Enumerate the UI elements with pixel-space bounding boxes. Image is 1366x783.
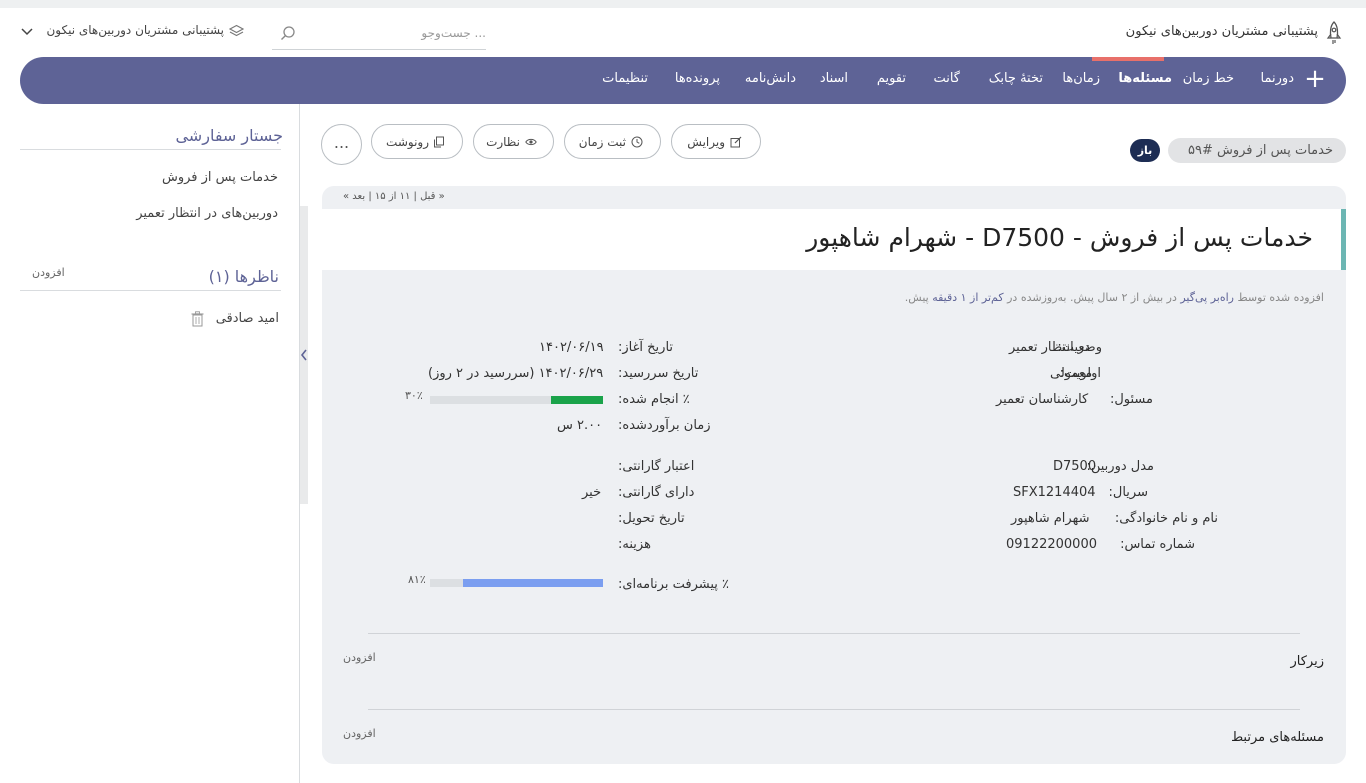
- watch-button[interactable]: نظارت: [473, 124, 554, 159]
- nav-item-settings[interactable]: تنظیمات: [602, 71, 648, 86]
- nav-active-indicator: [1092, 57, 1164, 61]
- nav-item-calendar[interactable]: تقویم: [877, 71, 906, 86]
- watchers-title: ناظرها (۱): [208, 267, 279, 286]
- log-time-button[interactable]: ثبت زمان: [564, 124, 661, 159]
- planned-progress-bar: [430, 579, 603, 587]
- app-title[interactable]: پشتیبانی مشتریان دوربین‌های نیکون: [1126, 24, 1318, 39]
- status-value: در انتظار تعمیر: [1009, 340, 1090, 355]
- nav-item-agile-board[interactable]: تختهٔ چابک: [989, 71, 1043, 86]
- done-ratio-percent: ۳۰٪: [405, 389, 423, 402]
- estimated-time-label: زمان برآوردشده:: [618, 418, 711, 433]
- subtasks-title: زیرکار: [1290, 654, 1325, 669]
- warranty-validity-label: اعتبار گارانتی:: [618, 459, 695, 474]
- planned-progress-label: ٪ پیشرفت برنامه‌ای:: [618, 577, 730, 592]
- issue-tracker-tag: خدمات پس از فروش #۵۹: [1168, 138, 1346, 163]
- nav-item-wiki[interactable]: دانش‌نامه: [745, 71, 796, 86]
- nav-item-documents[interactable]: اسناد: [820, 71, 848, 86]
- sidebar-divider: [20, 149, 281, 150]
- layers-icon: [229, 24, 244, 37]
- edit-icon: [730, 136, 742, 148]
- delivery-date-label: تاریخ تحویل:: [618, 511, 685, 526]
- search-input[interactable]: [296, 22, 486, 44]
- sidebar-collapse-handle-icon[interactable]: [300, 345, 308, 365]
- rocket-logo-icon[interactable]: [1324, 21, 1344, 45]
- issue-card: [322, 186, 1346, 764]
- status-badge: باز: [1130, 139, 1160, 162]
- add-watcher-link[interactable]: افزودن: [32, 266, 65, 279]
- full-name-label: نام و نام خانوادگی:: [1114, 511, 1218, 526]
- done-ratio-bar: [430, 396, 603, 404]
- start-date-value: ۱۴۰۲/۰۶/۱۹: [539, 340, 604, 355]
- chevron-down-icon: [21, 28, 33, 36]
- main-nav: + دورنما خط زمان مسئله‌ها زمان‌ها تختهٔ …: [20, 57, 1346, 104]
- project-selector[interactable]: پشتیبانی مشتریان دوربین‌های نیکون: [20, 23, 250, 41]
- clock-icon: [631, 136, 643, 148]
- due-date-value: ۱۴۰۲/۰۶/۲۹ (سررسید در ۲ روز): [428, 366, 604, 381]
- priority-value: معمولی: [1050, 366, 1093, 381]
- sidebar-divider: [20, 290, 281, 291]
- planned-progress-fill: [462, 579, 603, 587]
- watcher-name[interactable]: امید صادقی: [216, 311, 279, 326]
- start-date-label: تاریخ آغاز:: [618, 340, 674, 355]
- issue-pager[interactable]: « قبل | ۱۱ از ۱۵ | بعد »: [343, 191, 445, 202]
- cost-label: هزینه:: [618, 537, 651, 552]
- trash-icon[interactable]: [191, 311, 204, 327]
- camera-model-label: مدل دوربین:: [1086, 459, 1154, 474]
- nav-item-timeline[interactable]: خط زمان: [1183, 71, 1234, 86]
- project-selector-label: پشتیبانی مشتریان دوربین‌های نیکون: [46, 23, 224, 37]
- done-ratio-label: ٪ انجام شده:: [618, 392, 690, 407]
- copy-button[interactable]: رونوشت: [371, 124, 463, 159]
- nav-item-files[interactable]: پرونده‌ها: [675, 71, 720, 86]
- phone-label: شماره تماس:: [1120, 537, 1195, 552]
- planned-progress-percent: ۸۱٪: [408, 573, 426, 586]
- issue-subject-box: خدمات پس از فروش - D7500 - شهرام شاهپور: [322, 209, 1346, 270]
- issue-subject: خدمات پس از فروش - D7500 - شهرام شاهپور: [806, 223, 1313, 252]
- sidebar-query-link[interactable]: خدمات پس از فروش: [162, 170, 278, 185]
- full-name-value: شهرام شاهپور: [1011, 511, 1090, 526]
- phone-value: 09122200000: [1006, 537, 1097, 552]
- nav-item-issues[interactable]: مسئله‌ها: [1118, 71, 1172, 86]
- more-actions-button[interactable]: ...: [321, 124, 362, 165]
- section-divider: [368, 709, 1300, 710]
- issue-meta: افزوده شده توسط راه‌بر پی‌گیر در بیش از …: [904, 291, 1324, 304]
- serial-label: سریال:: [1108, 485, 1148, 500]
- search-icon[interactable]: [280, 25, 296, 41]
- assignee-label: مسئول:: [1109, 392, 1153, 407]
- new-item-plus-icon[interactable]: +: [1302, 66, 1328, 93]
- add-subtask-link[interactable]: افزودن: [343, 651, 376, 664]
- has-warranty-value: خیر: [582, 485, 602, 500]
- saved-queries-title: جستار سفارشی: [175, 126, 283, 145]
- edit-button[interactable]: ویرایش: [671, 124, 761, 159]
- search-box: [272, 16, 486, 50]
- serial-value: SFX1214404: [1013, 485, 1096, 500]
- estimated-time-value: ۲.۰۰ س: [557, 418, 603, 433]
- assignee-value[interactable]: کارشناسان تعمیر: [996, 392, 1088, 407]
- section-divider: [368, 633, 1300, 634]
- copy-icon: [434, 136, 444, 148]
- done-ratio-fill: [551, 396, 603, 404]
- nav-item-gantt[interactable]: گانت: [933, 71, 960, 86]
- add-relation-link[interactable]: افزودن: [343, 727, 376, 740]
- camera-model-value: D7500: [1053, 459, 1097, 474]
- eye-icon: [525, 138, 537, 146]
- related-issues-title: مسئله‌های مرتبط: [1231, 730, 1324, 745]
- due-date-label: تاریخ سررسید:: [618, 366, 699, 381]
- top-strip: [0, 0, 1366, 8]
- nav-item-overview[interactable]: دورنما: [1261, 71, 1294, 86]
- sidebar-query-link[interactable]: دوربین‌های در انتظار تعمیر: [136, 206, 278, 221]
- has-warranty-label: دارای گارانتی:: [618, 485, 695, 500]
- nav-item-time-entries[interactable]: زمان‌ها: [1062, 71, 1100, 86]
- author-link[interactable]: راه‌بر پی‌گیر: [1180, 291, 1234, 304]
